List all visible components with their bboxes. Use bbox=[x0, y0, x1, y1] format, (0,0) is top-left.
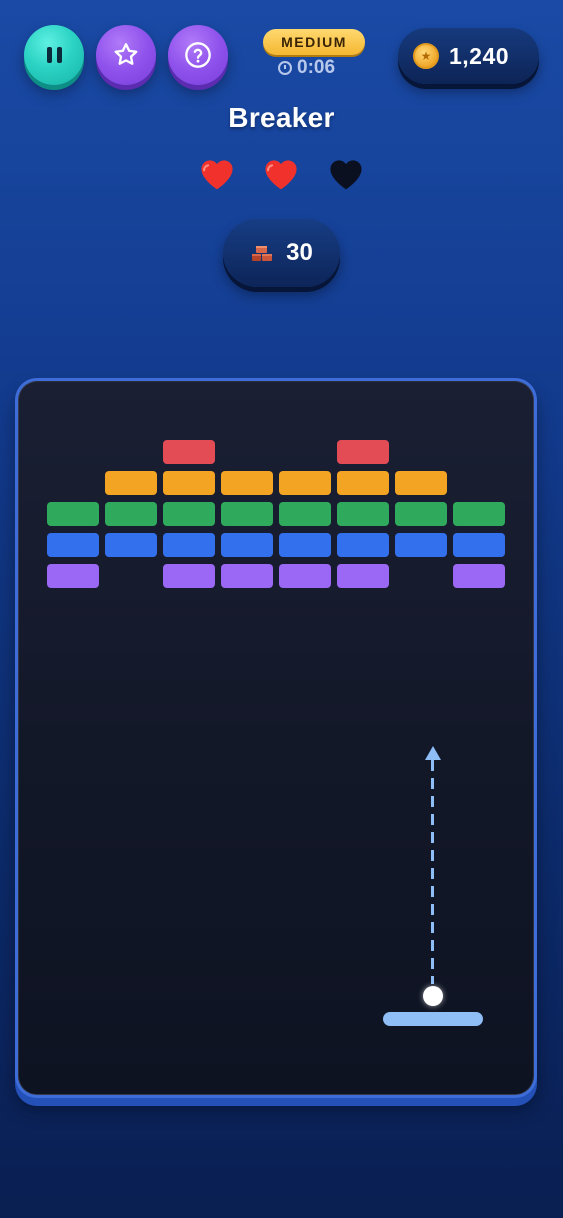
pause-button[interactable] bbox=[24, 25, 84, 85]
heart-icon-empty bbox=[330, 160, 362, 190]
brick-orange bbox=[163, 471, 215, 495]
game-title: Breaker bbox=[228, 102, 335, 133]
brick-blue bbox=[221, 533, 273, 557]
coin-icon: ★ bbox=[413, 43, 439, 69]
brick-green bbox=[221, 502, 273, 526]
aim-arrow-icon bbox=[425, 746, 441, 760]
coin-counter: ★ 1,240 bbox=[398, 28, 539, 84]
brick-blue bbox=[163, 533, 215, 557]
brick-orange bbox=[105, 471, 157, 495]
heart-icon-full bbox=[265, 160, 297, 190]
brick-green bbox=[279, 502, 331, 526]
brick-blue bbox=[105, 533, 157, 557]
favorite-button[interactable] bbox=[96, 25, 156, 85]
brick-orange bbox=[337, 471, 389, 495]
play-field-frame bbox=[15, 378, 537, 1098]
brick-purple bbox=[163, 564, 215, 588]
brick-blue bbox=[47, 533, 99, 557]
brick-purple bbox=[279, 564, 331, 588]
brick-green bbox=[337, 502, 389, 526]
brick-purple bbox=[453, 564, 505, 588]
bricks-remaining-value: 30 bbox=[286, 239, 313, 266]
brick-green bbox=[105, 502, 157, 526]
brick-purple bbox=[337, 564, 389, 588]
question-circle-icon bbox=[185, 42, 211, 68]
bricks-icon bbox=[252, 246, 273, 261]
timer: 0:06 bbox=[278, 57, 335, 79]
brick-green bbox=[453, 502, 505, 526]
coin-value: 1,240 bbox=[449, 42, 510, 69]
pause-icon bbox=[46, 47, 62, 63]
star-icon bbox=[114, 43, 138, 65]
brick-green bbox=[163, 502, 215, 526]
brick-purple bbox=[221, 564, 273, 588]
brick-purple bbox=[47, 564, 99, 588]
brick-orange bbox=[279, 471, 331, 495]
play-field[interactable] bbox=[18, 381, 534, 1095]
paddle[interactable] bbox=[383, 1012, 483, 1026]
brick-red bbox=[337, 440, 389, 464]
bricks-remaining-counter: 30 bbox=[223, 219, 340, 287]
brick-green bbox=[395, 502, 447, 526]
brick-red bbox=[163, 440, 215, 464]
brick-blue bbox=[395, 533, 447, 557]
brick-blue bbox=[453, 533, 505, 557]
timer-value: 0:06 bbox=[297, 57, 336, 78]
ball bbox=[423, 986, 443, 1006]
stopwatch-icon bbox=[278, 61, 292, 75]
heart-icon-full bbox=[201, 160, 233, 190]
brick-blue bbox=[337, 533, 389, 557]
help-button[interactable] bbox=[168, 25, 228, 85]
brick-orange bbox=[395, 471, 447, 495]
aim-guide-line bbox=[431, 760, 434, 984]
brick-green bbox=[47, 502, 99, 526]
difficulty-badge: MEDIUM bbox=[263, 29, 365, 55]
brick-blue bbox=[279, 533, 331, 557]
brick-orange bbox=[221, 471, 273, 495]
